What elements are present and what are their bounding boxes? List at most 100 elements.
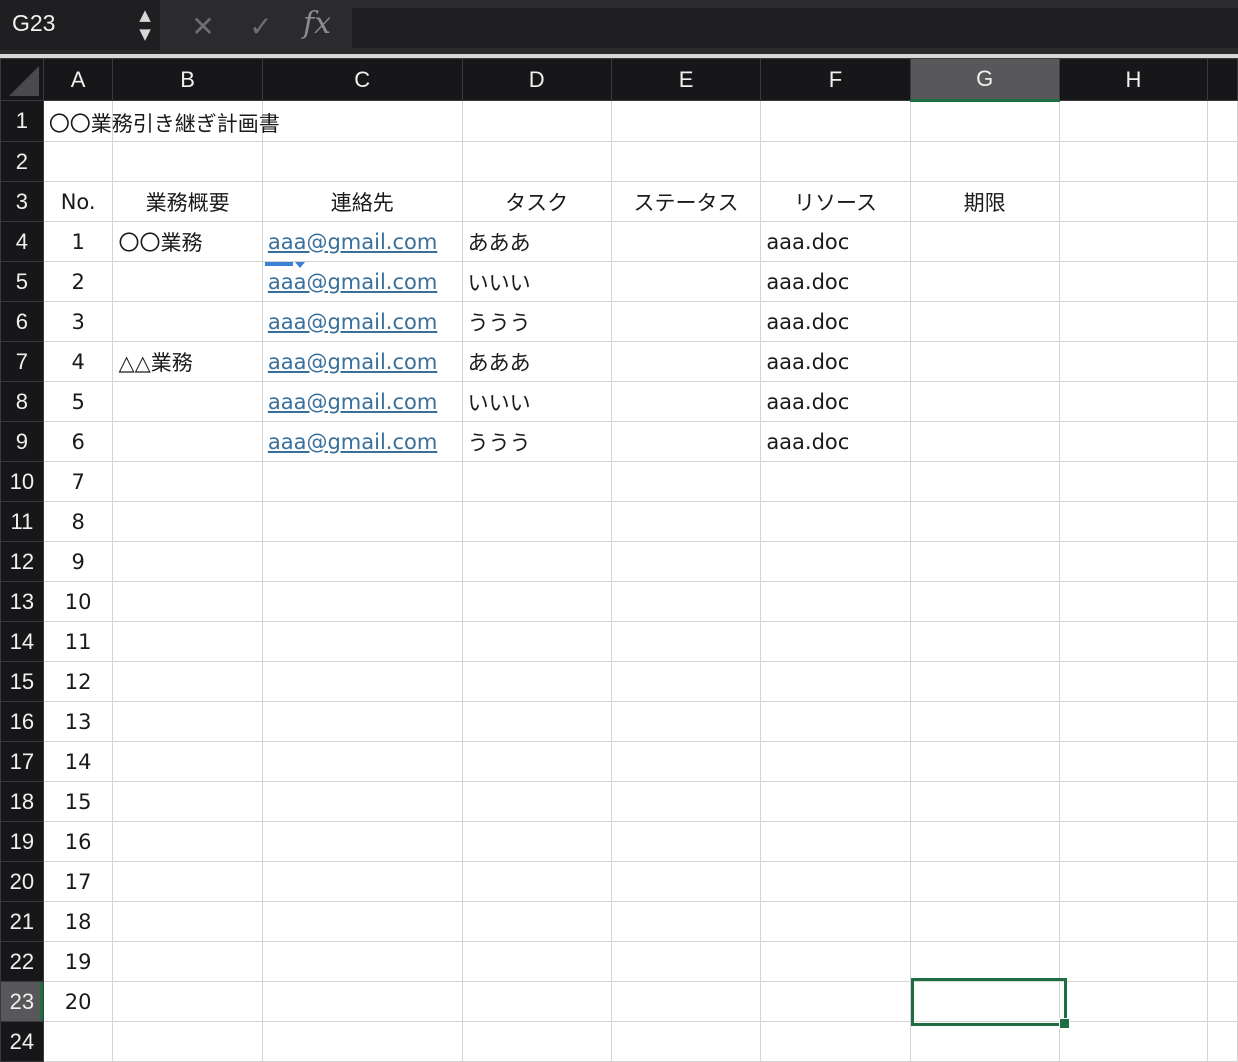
row-header-2[interactable]: 2 (0, 141, 44, 182)
cell-task[interactable] (461, 981, 612, 1022)
cell-task[interactable] (461, 901, 612, 942)
cell[interactable] (1058, 141, 1209, 182)
cell-contact[interactable]: aaa@gmail.com (261, 301, 463, 342)
cell-contact[interactable] (261, 741, 463, 782)
column-header-c[interactable]: C (261, 58, 463, 101)
cell-resource[interactable] (760, 581, 911, 622)
cell[interactable] (1058, 661, 1209, 702)
column-header-d[interactable]: D (461, 58, 612, 101)
cell-resource[interactable] (760, 821, 911, 862)
cell-task[interactable]: あああ (461, 221, 612, 262)
cell-deadline[interactable] (909, 741, 1060, 782)
cell[interactable] (1207, 100, 1238, 142)
cell-task[interactable]: いいい (461, 381, 612, 422)
cell-no[interactable]: 18 (42, 901, 114, 942)
cell-task[interactable] (461, 501, 612, 542)
cell-overview[interactable] (112, 381, 263, 422)
row-header-13[interactable]: 13 (0, 581, 44, 622)
cell[interactable] (1207, 341, 1238, 382)
cell-contact[interactable] (261, 621, 463, 662)
cell-overview[interactable] (112, 261, 263, 302)
cell[interactable] (1058, 181, 1209, 222)
email-link[interactable]: aaa@gmail.com (268, 230, 437, 254)
cell-status[interactable] (610, 821, 762, 862)
row-header-4[interactable]: 4 (0, 221, 44, 262)
row-header-6[interactable]: 6 (0, 301, 44, 342)
cell-overview[interactable] (112, 821, 263, 862)
cell-resource[interactable]: aaa.doc (760, 381, 911, 422)
cell-resource[interactable] (760, 141, 911, 182)
row-header-23[interactable]: 23 (0, 981, 44, 1022)
header-cell-overview[interactable]: 業務概要 (112, 181, 263, 222)
cell[interactable] (1058, 901, 1209, 942)
row-header-12[interactable]: 12 (0, 541, 44, 582)
cell[interactable] (1207, 981, 1238, 1022)
cell-no[interactable]: 6 (42, 421, 114, 462)
cell-contact[interactable] (261, 941, 463, 982)
cell[interactable] (1058, 421, 1209, 462)
row-header-19[interactable]: 19 (0, 821, 44, 862)
cell[interactable] (1207, 221, 1238, 262)
cancel-icon[interactable]: ✕ (183, 8, 223, 46)
cell[interactable] (1058, 701, 1209, 742)
cell-resource[interactable] (760, 781, 911, 822)
cell[interactable] (1207, 701, 1238, 742)
cell-status[interactable] (610, 341, 762, 382)
cell-contact[interactable] (261, 861, 463, 902)
cell[interactable] (1207, 1021, 1238, 1062)
email-link[interactable]: aaa@gmail.com (268, 430, 437, 454)
cell-deadline[interactable] (909, 381, 1060, 422)
cell[interactable] (1058, 381, 1209, 422)
cell[interactable] (1207, 301, 1238, 342)
cell-task[interactable] (461, 821, 612, 862)
cell-deadline[interactable] (909, 621, 1060, 662)
cell-task[interactable] (461, 941, 612, 982)
cell-contact[interactable] (261, 781, 463, 822)
cell[interactable] (610, 100, 762, 142)
cell-resource[interactable]: aaa.doc (760, 421, 911, 462)
cell-resource[interactable] (760, 661, 911, 702)
cell-task[interactable]: ううう (461, 421, 612, 462)
cell[interactable] (1207, 901, 1238, 942)
cell-resource[interactable]: aaa.doc (760, 301, 911, 342)
cell-no[interactable]: 16 (42, 821, 114, 862)
cell-status[interactable] (610, 261, 762, 302)
cell-deadline[interactable] (909, 941, 1060, 982)
cell-reference[interactable]: G23 (12, 10, 55, 37)
row-header-1[interactable]: 1 (0, 100, 44, 142)
cell-status[interactable] (610, 461, 762, 502)
cell-contact[interactable] (261, 701, 463, 742)
column-header-f[interactable]: F (760, 58, 911, 101)
cell-overview[interactable] (112, 1021, 263, 1062)
cell-contact[interactable]: aaa@gmail.com (261, 421, 463, 462)
cell[interactable] (1058, 461, 1209, 502)
cell-no[interactable]: 8 (42, 501, 114, 542)
column-header-b[interactable]: B (112, 58, 263, 101)
select-all-corner[interactable] (0, 58, 44, 101)
cell-resource[interactable] (760, 701, 911, 742)
cell[interactable] (1058, 741, 1209, 782)
cell-no[interactable]: 20 (42, 981, 114, 1022)
email-link[interactable]: aaa@gmail.com (268, 350, 437, 374)
cell-status[interactable] (610, 581, 762, 622)
cell-overview[interactable] (112, 501, 263, 542)
cell-task[interactable] (461, 861, 612, 902)
row-header-21[interactable]: 21 (0, 901, 44, 942)
row-header-10[interactable]: 10 (0, 461, 44, 502)
cell-deadline[interactable] (909, 421, 1060, 462)
email-link[interactable]: aaa@gmail.com (268, 310, 437, 334)
cell[interactable] (1058, 541, 1209, 582)
cell-resource[interactable] (760, 741, 911, 782)
header-cell-contact[interactable]: 連絡先 (261, 181, 463, 222)
row-header-8[interactable]: 8 (0, 381, 44, 422)
row-header-22[interactable]: 22 (0, 941, 44, 982)
cell[interactable] (1058, 100, 1209, 142)
row-header-15[interactable]: 15 (0, 661, 44, 702)
cell-contact[interactable] (261, 1021, 463, 1062)
cell-status[interactable] (610, 1021, 762, 1062)
cell-overview[interactable] (112, 301, 263, 342)
cell-status[interactable] (610, 981, 762, 1022)
cell-task[interactable]: あああ (461, 341, 612, 382)
cell-overview[interactable] (112, 901, 263, 942)
cell-deadline[interactable] (909, 301, 1060, 342)
